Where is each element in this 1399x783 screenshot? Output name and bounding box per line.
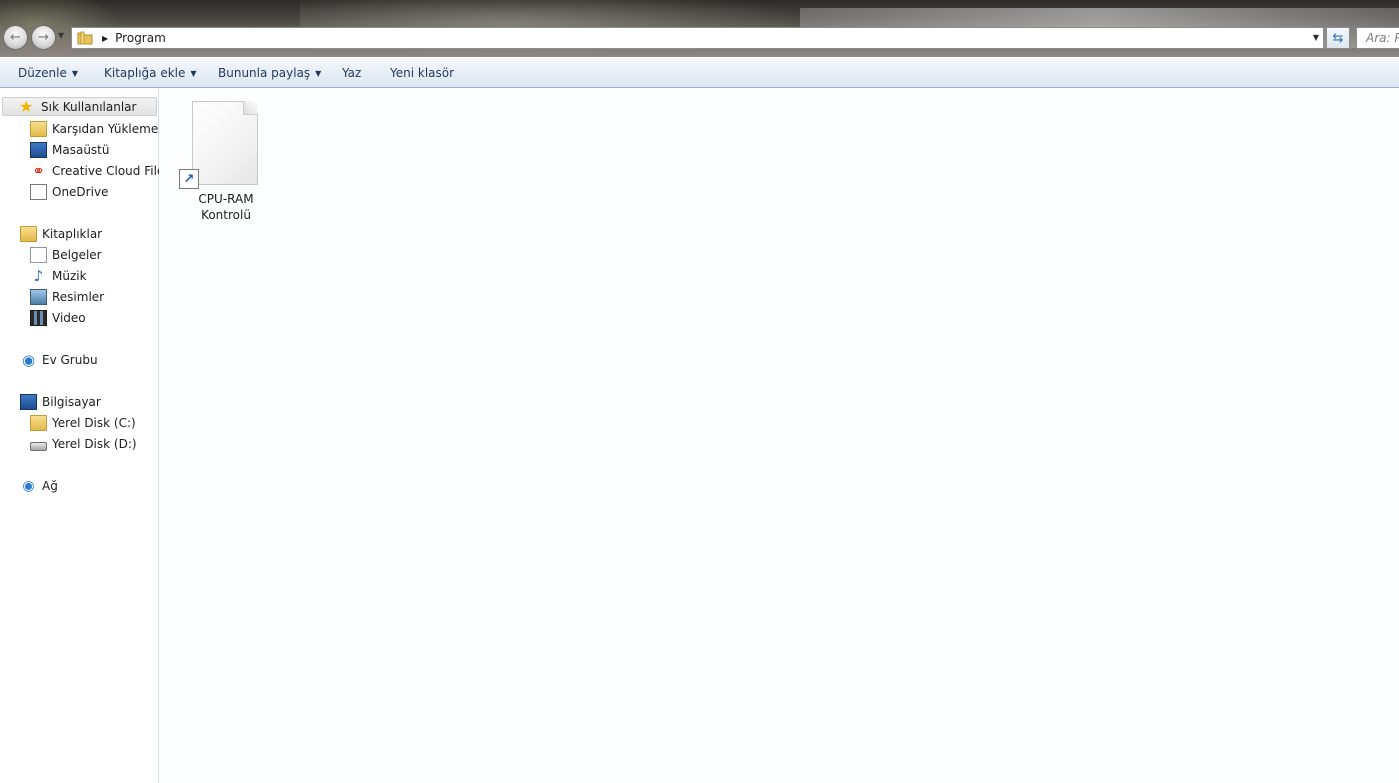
file-item-cpu-ram-shortcut[interactable]: ↗ CPU-RAM Kontrolü: [179, 100, 273, 225]
new-folder-button[interactable]: Yeni klasör: [390, 66, 454, 80]
address-bar[interactable]: ▶ Program ▼: [71, 27, 1324, 49]
nav-item-downloads[interactable]: Karşıdan Yüklemeler: [30, 119, 174, 138]
forward-button[interactable]: →: [31, 25, 56, 50]
desktop-icon: [30, 141, 47, 158]
file-name-line-1: CPU-RAM: [198, 192, 254, 206]
creative-cloud-icon: ⚭: [32, 161, 45, 180]
nav-computer[interactable]: Bilgisayar: [20, 392, 101, 411]
search-input[interactable]: Ara: P: [1356, 27, 1399, 49]
homegroup-icon: ◉: [21, 350, 36, 369]
nav-libraries-label: Kitaplıklar: [42, 226, 103, 241]
breadcrumb-separator-icon[interactable]: ▶: [102, 34, 108, 43]
nav-item-onedrive[interactable]: OneDrive: [30, 182, 108, 201]
nav-item-drive-d[interactable]: Yerel Disk (D:): [30, 434, 137, 453]
organize-label: Düzenle: [18, 66, 67, 80]
nav-item-label: Resimler: [52, 289, 105, 304]
burn-button[interactable]: Yaz: [342, 66, 361, 80]
file-name-label: CPU-RAM Kontrolü: [179, 191, 273, 223]
page-fold-icon: [243, 101, 258, 115]
nav-libraries[interactable]: Kitaplıklar: [20, 224, 102, 243]
onedrive-icon: [30, 183, 47, 200]
pictures-icon: [30, 288, 47, 305]
nav-network-label: Ağ: [42, 478, 58, 493]
refresh-icon: ⇆: [1332, 30, 1344, 46]
nav-network[interactable]: ◉ Ağ: [20, 476, 58, 495]
forward-arrow-icon: →: [38, 30, 49, 45]
star-icon: ★: [19, 96, 34, 116]
breadcrumb-program[interactable]: Program: [115, 31, 166, 45]
share-with-label: Bununla paylaş: [218, 66, 311, 80]
nav-item-label: Yerel Disk (C:): [52, 415, 136, 430]
nav-item-desktop[interactable]: Masaüstü: [30, 140, 109, 159]
back-arrow-icon: ←: [10, 30, 21, 45]
nav-item-music[interactable]: ♪ Müzik: [30, 266, 87, 285]
chevron-down-icon: ▼: [71, 69, 79, 78]
nav-computer-label: Bilgisayar: [42, 394, 101, 409]
recent-pages-dropdown[interactable]: ▼: [58, 31, 64, 40]
nav-item-label: OneDrive: [52, 184, 109, 199]
nav-favorites[interactable]: ★ Sık Kullanılanlar: [2, 97, 157, 116]
computer-icon: [20, 393, 37, 410]
chevron-down-icon: ▼: [315, 69, 322, 78]
folder-icon: [76, 29, 94, 47]
navigation-pane: ★ Sık Kullanılanlar Karşıdan Yüklemeler …: [0, 88, 174, 783]
command-bar: Düzenle ▼ Kitaplığa ekle ▼ Bununla paylaş ▼…: [0, 57, 1399, 88]
video-icon: [30, 309, 47, 326]
nav-item-label: Video: [52, 310, 86, 325]
nav-item-label: Creative Cloud Files: [52, 163, 171, 178]
libraries-icon: [20, 225, 37, 242]
explorer-window: ← → ▼ ▶ Program ▼ ⇆ Ara: P Düzenle ▼ Kit…: [0, 0, 1399, 783]
include-in-library-label: Kitaplığa ekle: [104, 66, 186, 80]
title-bar: ← → ▼ ▶ Program ▼ ⇆ Ara: P: [0, 0, 1399, 57]
nav-item-creative-cloud[interactable]: ⚭ Creative Cloud Files: [30, 161, 171, 180]
back-button[interactable]: ←: [3, 25, 28, 50]
nav-item-label: Belgeler: [52, 247, 102, 262]
nav-item-label: Masaüstü: [52, 142, 110, 157]
downloads-folder-icon: [30, 120, 47, 137]
nav-item-label: Yerel Disk (D:): [52, 436, 137, 451]
nav-homegroup[interactable]: ◉ Ev Grubu: [20, 350, 98, 369]
refresh-button[interactable]: ⇆: [1326, 27, 1350, 49]
organize-button[interactable]: Düzenle ▼: [18, 66, 78, 80]
nav-item-label: Müzik: [52, 268, 87, 283]
address-history-dropdown[interactable]: ▼: [1313, 33, 1319, 42]
nav-homegroup-label: Ev Grubu: [42, 352, 98, 367]
nav-item-drive-c[interactable]: Yerel Disk (C:): [30, 413, 136, 432]
documents-icon: [30, 246, 47, 263]
system-drive-icon: [30, 414, 47, 431]
file-name-line-2: Kontrolü: [201, 208, 251, 222]
network-icon: ◉: [22, 477, 35, 494]
nav-favorites-label: Sık Kullanılanlar: [41, 99, 137, 114]
chevron-down-icon: ▼: [190, 69, 197, 78]
nav-item-documents[interactable]: Belgeler: [30, 245, 102, 264]
nav-item-label: Karşıdan Yüklemeler: [52, 121, 174, 136]
file-list-area[interactable]: ↗ CPU-RAM Kontrolü: [159, 88, 1399, 783]
nav-item-video[interactable]: Video: [30, 308, 86, 327]
nav-item-pictures[interactable]: Resimler: [30, 287, 104, 306]
music-icon: ♪: [33, 266, 44, 285]
include-in-library-button[interactable]: Kitaplığa ekle ▼: [104, 66, 197, 80]
share-with-button[interactable]: Bununla paylaş ▼: [218, 66, 321, 80]
shortcut-arrow-icon: ↗: [179, 169, 199, 189]
drive-icon: [30, 441, 47, 451]
